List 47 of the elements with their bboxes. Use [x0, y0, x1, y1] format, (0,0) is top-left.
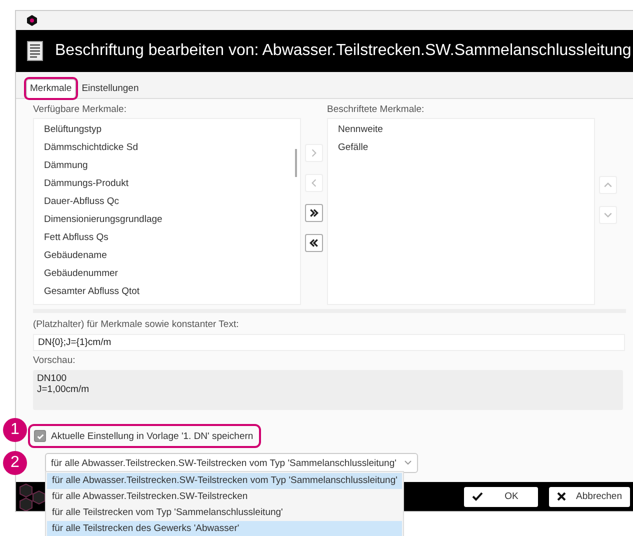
list-item[interactable]: Belüftungstyp	[44, 121, 300, 139]
list-label: Beschriftete Merkmale:	[327, 104, 426, 115]
list-item[interactable]: Dämmschichtdicke Sd	[44, 139, 300, 157]
dropdown-option[interactable]: für alle Teilstrecken vom Typ 'Sammelanschlussleitung'	[47, 505, 402, 521]
list-item[interactable]: Dämmungs-Produkt	[44, 175, 300, 193]
tab[interactable]: Einstellungen	[78, 79, 143, 98]
chevron-down-icon	[404, 460, 412, 466]
list-item[interactable]: Dämmung	[44, 157, 300, 175]
transfer-button[interactable]	[305, 204, 323, 222]
dropdown-option[interactable]: für alle Abwasser.Teilstrecken.SW-Teilstrecken vom Typ 'Sammelanschlussleitung'	[47, 473, 402, 489]
chevron-left-icon	[309, 178, 319, 188]
pattern-input-field[interactable]: DN{0};J={1}cm/m	[33, 334, 625, 351]
list-item[interactable]: Gefälle	[338, 139, 594, 157]
preview-line: DN100	[37, 373, 68, 384]
list-item[interactable]: Gebäudename	[44, 247, 300, 265]
dropdown-option[interactable]: für alle Abwasser.Teilstrecken.SW-Teilstrecken	[47, 489, 402, 505]
checkmark-icon	[472, 492, 484, 501]
chevron-down-icon	[603, 210, 613, 220]
dropdown-option[interactable]: für alle Teilstrecken des Gewerks 'Abwasser'	[47, 521, 402, 536]
double-chevron-right-icon	[309, 208, 319, 218]
window-title: Beschriftung bearbeiten von: Abwasser.Teilstrecken.SW.Sammelanschlussleitung	[55, 42, 632, 60]
close-icon	[557, 492, 566, 501]
chevron-right-icon	[309, 148, 319, 158]
list-item[interactable]: Dimensionierungsgrundlage	[44, 211, 300, 229]
chevron-up-icon	[603, 180, 613, 190]
checkmark-icon	[36, 432, 44, 440]
app-logo-icon	[27, 15, 37, 26]
tab[interactable]: Merkmale	[26, 79, 76, 98]
scrollbar-thumb[interactable]	[295, 149, 297, 177]
ok-button[interactable]: OK	[464, 486, 538, 506]
document-icon	[27, 41, 43, 61]
step-number-badge: 1	[3, 418, 27, 442]
pattern-label: (Platzhalter) für Merkmale sowie konstanter Text:	[33, 319, 240, 330]
list-label: Verfügbare Merkmale:	[33, 104, 128, 115]
preview-label: Vorschau:	[33, 355, 76, 366]
list-item[interactable]: Nennweite	[338, 121, 594, 139]
save-template-checkbox[interactable]: Aktuelle Einstellung in Vorlage '1. DN' speichern	[30, 426, 260, 446]
list-item[interactable]: Fett Abfluss Qs	[44, 229, 300, 247]
list-item[interactable]: Gesamter Abfluss Qtot	[44, 283, 300, 301]
list-item[interactable]: Gebäudenummer	[44, 265, 300, 283]
preview-line: J=1,00cm/m	[37, 384, 90, 395]
list-item[interactable]: Dauer-Abfluss Qc	[44, 193, 300, 211]
scope-dropdown[interactable]: für alle Abwasser.Teilstrecken.SW-Teilstrecken vom Typ 'Sammelanschlussleitung'	[45, 453, 418, 473]
step-number-badge: 2	[3, 451, 27, 475]
cancel-button[interactable]: Abbrechen	[549, 486, 630, 506]
transfer-button[interactable]	[305, 234, 323, 252]
double-chevron-left-icon	[309, 238, 319, 248]
